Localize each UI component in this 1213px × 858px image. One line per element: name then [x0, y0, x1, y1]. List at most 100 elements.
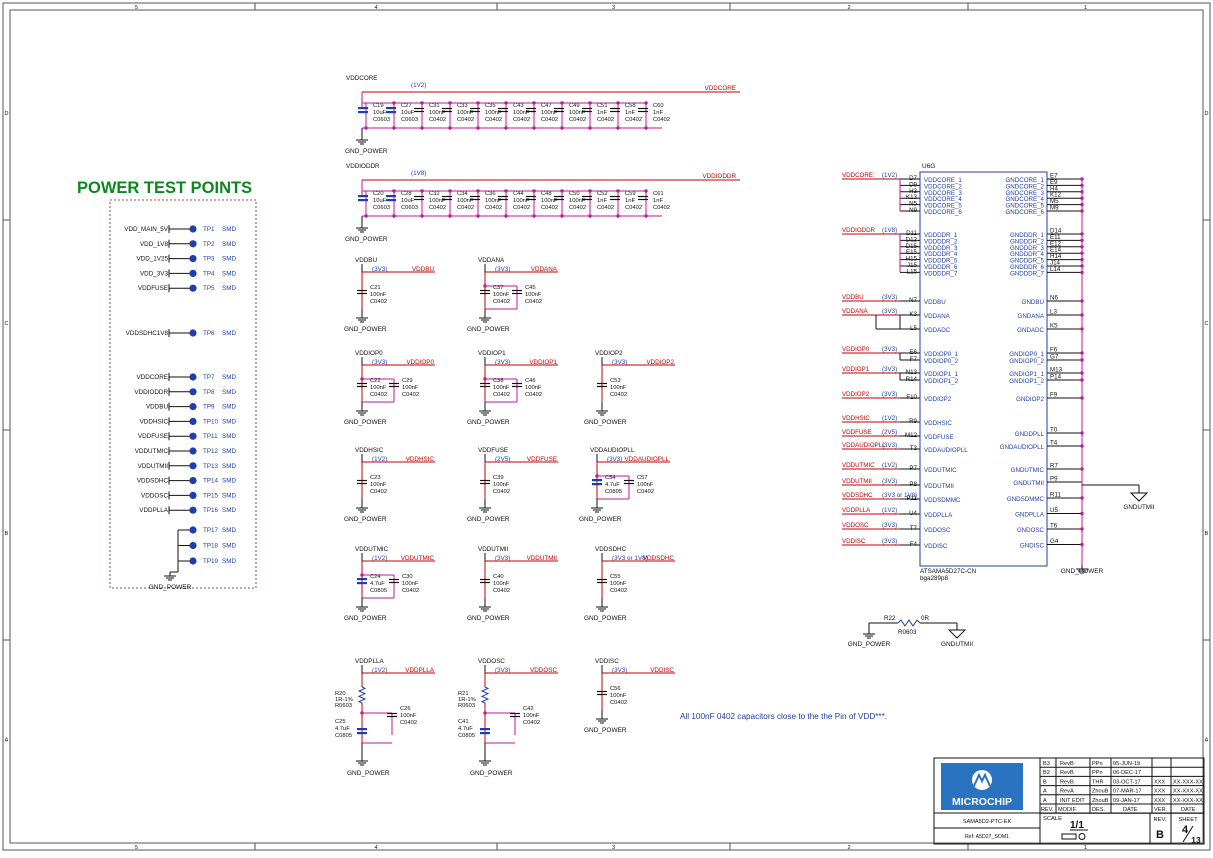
- zone-row-label: C: [5, 321, 9, 327]
- net-label: VDDIOP0: [406, 359, 434, 366]
- ic-pin-ball: F9: [1050, 392, 1058, 399]
- test-point-pad: [189, 417, 197, 425]
- ground-label: GND_POWER: [1061, 568, 1104, 575]
- ic-pin-name: VDDIOP2: [924, 396, 952, 403]
- block-title: VDDSDHC: [595, 546, 627, 553]
- revision: B: [1156, 829, 1164, 841]
- sheet-border: [2, 2, 1211, 851]
- ic-pin-ball: F6: [1050, 347, 1058, 354]
- cap-value: 1nF: [653, 198, 663, 204]
- ic-pin-name: GNDBU: [1022, 299, 1044, 306]
- block-title: VDDIOP1: [478, 350, 506, 357]
- rev-cell: B2: [1043, 770, 1050, 776]
- test-point-package: SMD: [222, 285, 236, 292]
- block-title: VDDBU: [355, 257, 377, 264]
- zone-column-label: 5: [135, 5, 138, 11]
- ic-net-voltage: (3V3): [882, 346, 897, 353]
- test-point-pad: [189, 373, 197, 381]
- ic-pin-name: VDDADC: [924, 327, 951, 334]
- cap-package: C0402: [370, 392, 387, 398]
- test-point-net: VDDOSC: [141, 492, 168, 499]
- rev-header: DATE: [1181, 807, 1196, 813]
- cap-value: 100nF: [525, 385, 542, 391]
- ic-pin-ball: G7: [1050, 354, 1059, 361]
- scale-icon: [1078, 833, 1086, 840]
- cap-ref: C48: [541, 191, 552, 197]
- ground-label: GND_POWER: [344, 419, 387, 426]
- block-title: VDDUTMII: [478, 546, 509, 553]
- rev-cell: XX-XXX-XX: [1173, 798, 1203, 804]
- ic-pin-name: GNDSDMMC: [1007, 496, 1045, 503]
- rev-cell: A: [1043, 798, 1047, 804]
- ic-pin-name: GNDIOP0_2: [1009, 358, 1044, 365]
- capacitor-plate: [386, 199, 396, 202]
- resistor: [480, 686, 490, 704]
- cap-package: C0402: [370, 299, 387, 305]
- resistor-package: R0603: [458, 703, 475, 709]
- ic-pin-ball: T0: [1050, 427, 1058, 434]
- rev-cell: RevB: [1060, 761, 1074, 767]
- test-point-package: SMD: [222, 463, 236, 470]
- ic-pin-name: VDDSDMMC: [924, 497, 961, 504]
- test-point-ref: TP2: [203, 241, 215, 248]
- ic-net-label: VDDIOP0: [842, 346, 870, 353]
- cap-ref: C29: [402, 378, 413, 384]
- ic-net-voltage: (3V3): [882, 391, 897, 398]
- net-label: VDDOSC: [530, 667, 557, 674]
- cap-package: C0402: [402, 588, 419, 594]
- net-label: VDDUTMII: [527, 555, 558, 562]
- cap-ref: C58: [625, 103, 636, 109]
- ground-label: GND_POWER: [344, 615, 387, 622]
- cap-ref: C41: [458, 719, 469, 725]
- test-point-package: SMD: [222, 270, 236, 277]
- block-title: VDDUTMIC: [355, 546, 389, 553]
- ic-net-label: VDDPLLA: [842, 507, 871, 514]
- ic-pin-name: GNDDDR_7: [1010, 270, 1045, 277]
- rev-header: REV.: [1041, 807, 1054, 813]
- ic-pin-name: GNDIOP1_2: [1009, 378, 1044, 385]
- test-point-net: VDD_MAIN_5V: [124, 226, 169, 233]
- test-point-ref: TP6: [203, 330, 215, 337]
- cap-value: 100nF: [370, 292, 387, 298]
- gndutmii-symbol: [1129, 492, 1149, 502]
- junction-dot: [616, 126, 620, 130]
- ic-pin-ball: L3: [1050, 309, 1057, 316]
- test-point-net: VDDSDHC: [137, 478, 169, 485]
- cap-package: C0402: [493, 489, 510, 495]
- cap-ref: C40: [493, 574, 504, 580]
- cap-package: C0402: [493, 299, 510, 305]
- ground-label: GND_POWER: [345, 148, 388, 155]
- rev-cell: PPn: [1092, 770, 1103, 776]
- cap-ref: C27: [401, 103, 412, 109]
- test-point-pad: [189, 432, 197, 440]
- zone-row-label: B: [5, 531, 9, 537]
- ic-net-voltage: (2V5): [882, 429, 897, 436]
- cap-value: 1nF: [625, 110, 635, 116]
- rev-header: DES.: [1092, 807, 1106, 813]
- junction-dot: [476, 214, 480, 218]
- cap-ref: C51: [597, 103, 608, 109]
- rev-cell: XXX: [1154, 789, 1165, 795]
- bus-voltage: (1V8): [411, 170, 426, 177]
- ic-net-voltage: (1V2): [882, 415, 897, 422]
- cap-value: 100nF: [370, 385, 387, 391]
- ground-label: GND_POWER: [467, 419, 510, 426]
- capacitor-plate: [480, 728, 490, 731]
- cap-package: C0402: [429, 117, 446, 123]
- cap-package: C0402: [485, 205, 502, 211]
- cap-ref: C28: [401, 191, 412, 197]
- ic-pin-name: GNDIOP1_1: [1009, 371, 1044, 378]
- ic-pin-ball: R7: [1050, 463, 1058, 470]
- cap-package: C0402: [597, 205, 614, 211]
- ic-net-voltage: (3V3): [882, 522, 897, 529]
- zone-column-label: 4: [374, 5, 377, 11]
- sheet-total: 13: [1191, 835, 1201, 845]
- board-name: SAMA5D2-PTC-EK: [963, 819, 1012, 825]
- cap-ref: C43: [513, 103, 524, 109]
- capacitor-plate: [357, 728, 367, 731]
- cap-ref: C45: [525, 285, 536, 291]
- ic-pin-name: VDDANA: [924, 313, 951, 320]
- net-label: VDDFUSE: [527, 456, 557, 463]
- ic-pin-name: GNDIOP2: [1016, 396, 1044, 403]
- test-point-package: SMD: [222, 256, 236, 263]
